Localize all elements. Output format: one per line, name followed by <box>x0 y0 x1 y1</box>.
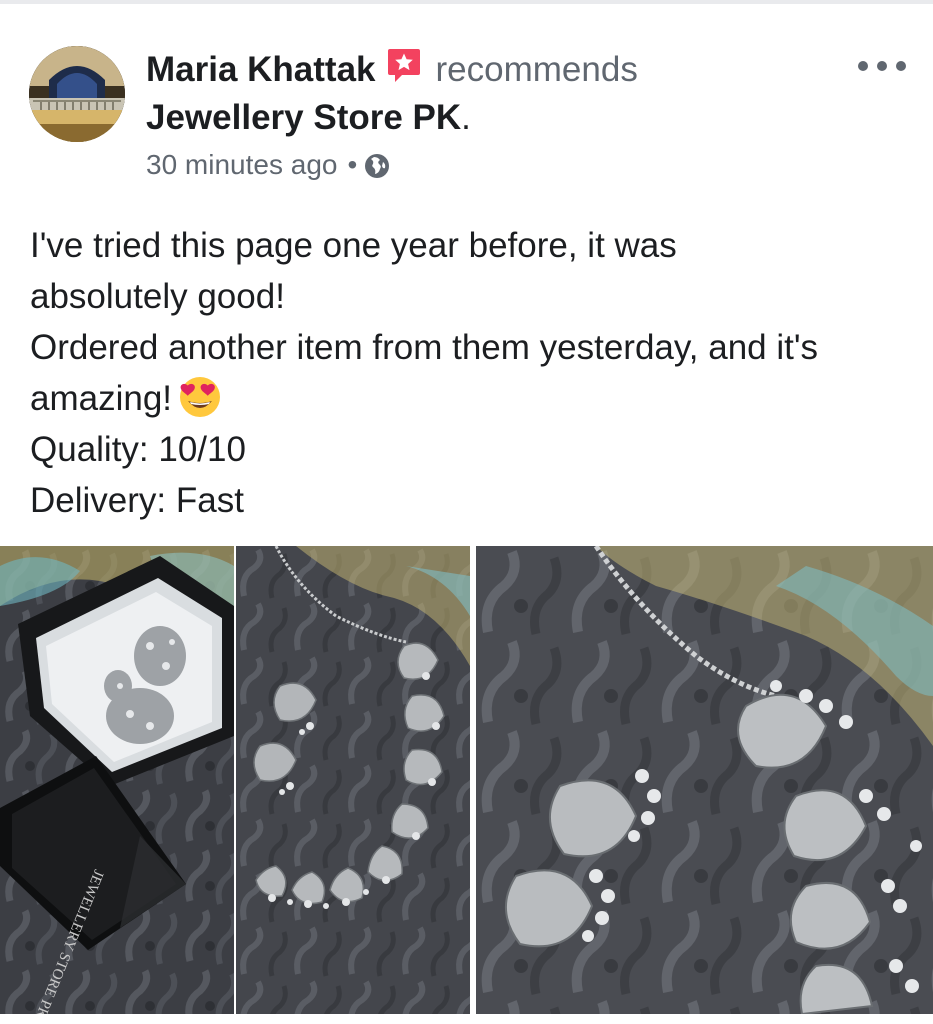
page-name-link[interactable]: Jewellery Store PK <box>146 98 461 137</box>
post-text-line: absolutely good! <box>30 277 285 316</box>
more-dot <box>877 61 887 71</box>
more-dot <box>896 61 906 71</box>
post-text-line: amazing! <box>30 379 173 418</box>
more-options-icon[interactable] <box>858 54 906 78</box>
avatar-image <box>29 46 125 142</box>
meta-separator: • <box>347 149 358 180</box>
post-meta: 30 minutes ago • <box>146 145 391 185</box>
photo-necklace-closeup[interactable] <box>476 546 933 1014</box>
photo-gift-box[interactable]: JEWELLERY STORE PK <box>0 546 234 1014</box>
post-text-line: I've tried this page one year before, it… <box>30 226 677 265</box>
author-name[interactable]: Maria Khattak <box>146 50 376 89</box>
avatar[interactable] <box>29 46 125 142</box>
post-text-line: Delivery: Fast <box>30 481 244 520</box>
more-dot <box>858 61 868 71</box>
post-text: I've tried this page one year before, it… <box>30 220 910 526</box>
post-header: Maria Khattak recommends <box>146 47 638 92</box>
page-name-suffix: . <box>461 98 471 137</box>
recommend-star-icon <box>386 47 422 83</box>
post-text-line: Quality: 10/10 <box>30 430 246 469</box>
timestamp[interactable]: 30 minutes ago <box>146 149 337 180</box>
globe-icon <box>363 151 391 179</box>
recommended-page: Jewellery Store PK. <box>146 96 471 140</box>
action-text: recommends <box>435 50 638 89</box>
heart-eyes-emoji <box>178 375 222 419</box>
post-text-line-with-emoji: amazing! <box>30 373 910 424</box>
top-divider <box>0 0 933 4</box>
photo-necklace-set[interactable] <box>236 546 470 1014</box>
post-text-line: Ordered another item from them yesterday… <box>30 328 819 367</box>
